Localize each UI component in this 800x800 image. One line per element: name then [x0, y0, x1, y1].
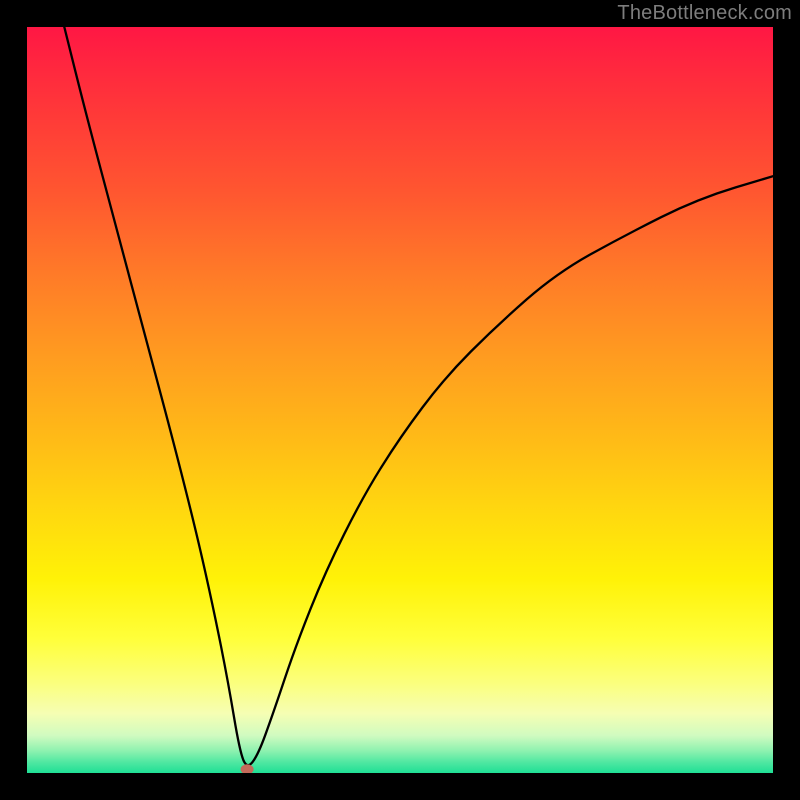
curve-layer: [27, 27, 773, 773]
watermark-label: TheBottleneck.com: [617, 2, 792, 25]
chart-frame: TheBottleneck.com: [0, 0, 800, 800]
bottleneck-curve: [64, 27, 773, 765]
plot-area: [27, 27, 773, 773]
optimal-point-marker: [241, 764, 254, 773]
